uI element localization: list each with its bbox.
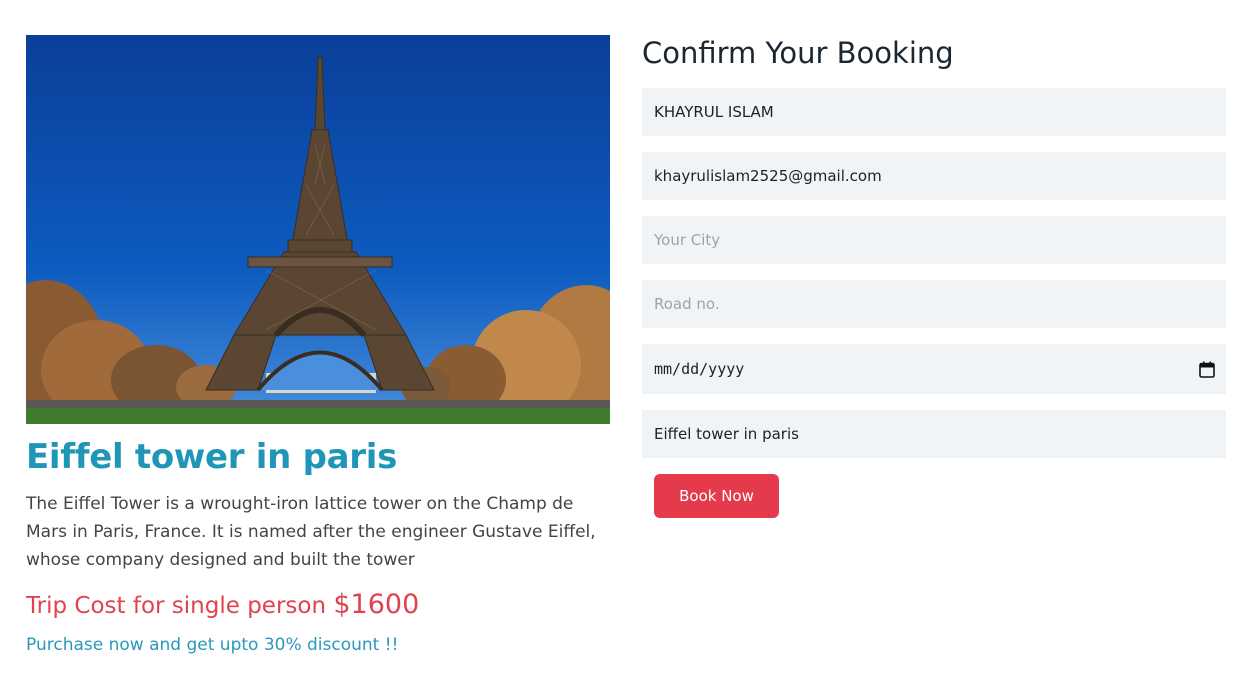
booking-heading: Confirm Your Booking bbox=[642, 36, 954, 70]
date-field[interactable]: mm/dd/yyyy bbox=[642, 344, 1226, 394]
name-field[interactable] bbox=[654, 103, 1214, 121]
trip-cost: Trip Cost for single person $1600 bbox=[26, 588, 610, 623]
tour-details: Eiffel tower in paris The Eiffel Tower i… bbox=[26, 35, 610, 657]
booking-form: Confirm Your Booking mm/dd/yyyy Book Now bbox=[642, 35, 1226, 518]
road-field-wrap bbox=[642, 280, 1226, 328]
email-field-wrap bbox=[642, 152, 1226, 200]
email-field[interactable] bbox=[654, 167, 1214, 185]
tour-title: Eiffel tower in paris bbox=[26, 437, 398, 477]
city-field-wrap bbox=[642, 216, 1226, 264]
book-now-button[interactable]: Book Now bbox=[654, 474, 779, 518]
trip-cost-label: Trip Cost for single person bbox=[26, 593, 334, 619]
eiffel-tower-photo bbox=[26, 35, 610, 424]
place-field-wrap bbox=[642, 410, 1226, 458]
discount-text: Purchase now and get upto 30% discount !… bbox=[26, 635, 399, 655]
date-placeholder: mm/dd/yyyy bbox=[654, 360, 745, 378]
name-field-wrap bbox=[642, 88, 1226, 136]
tour-description: The Eiffel Tower is a wrought-iron latti… bbox=[26, 494, 596, 570]
city-field[interactable] bbox=[654, 231, 1214, 249]
place-field[interactable] bbox=[654, 425, 1214, 443]
trip-cost-amount: $1600 bbox=[333, 589, 420, 620]
road-field[interactable] bbox=[654, 295, 1214, 313]
calendar-icon[interactable] bbox=[1199, 361, 1215, 378]
